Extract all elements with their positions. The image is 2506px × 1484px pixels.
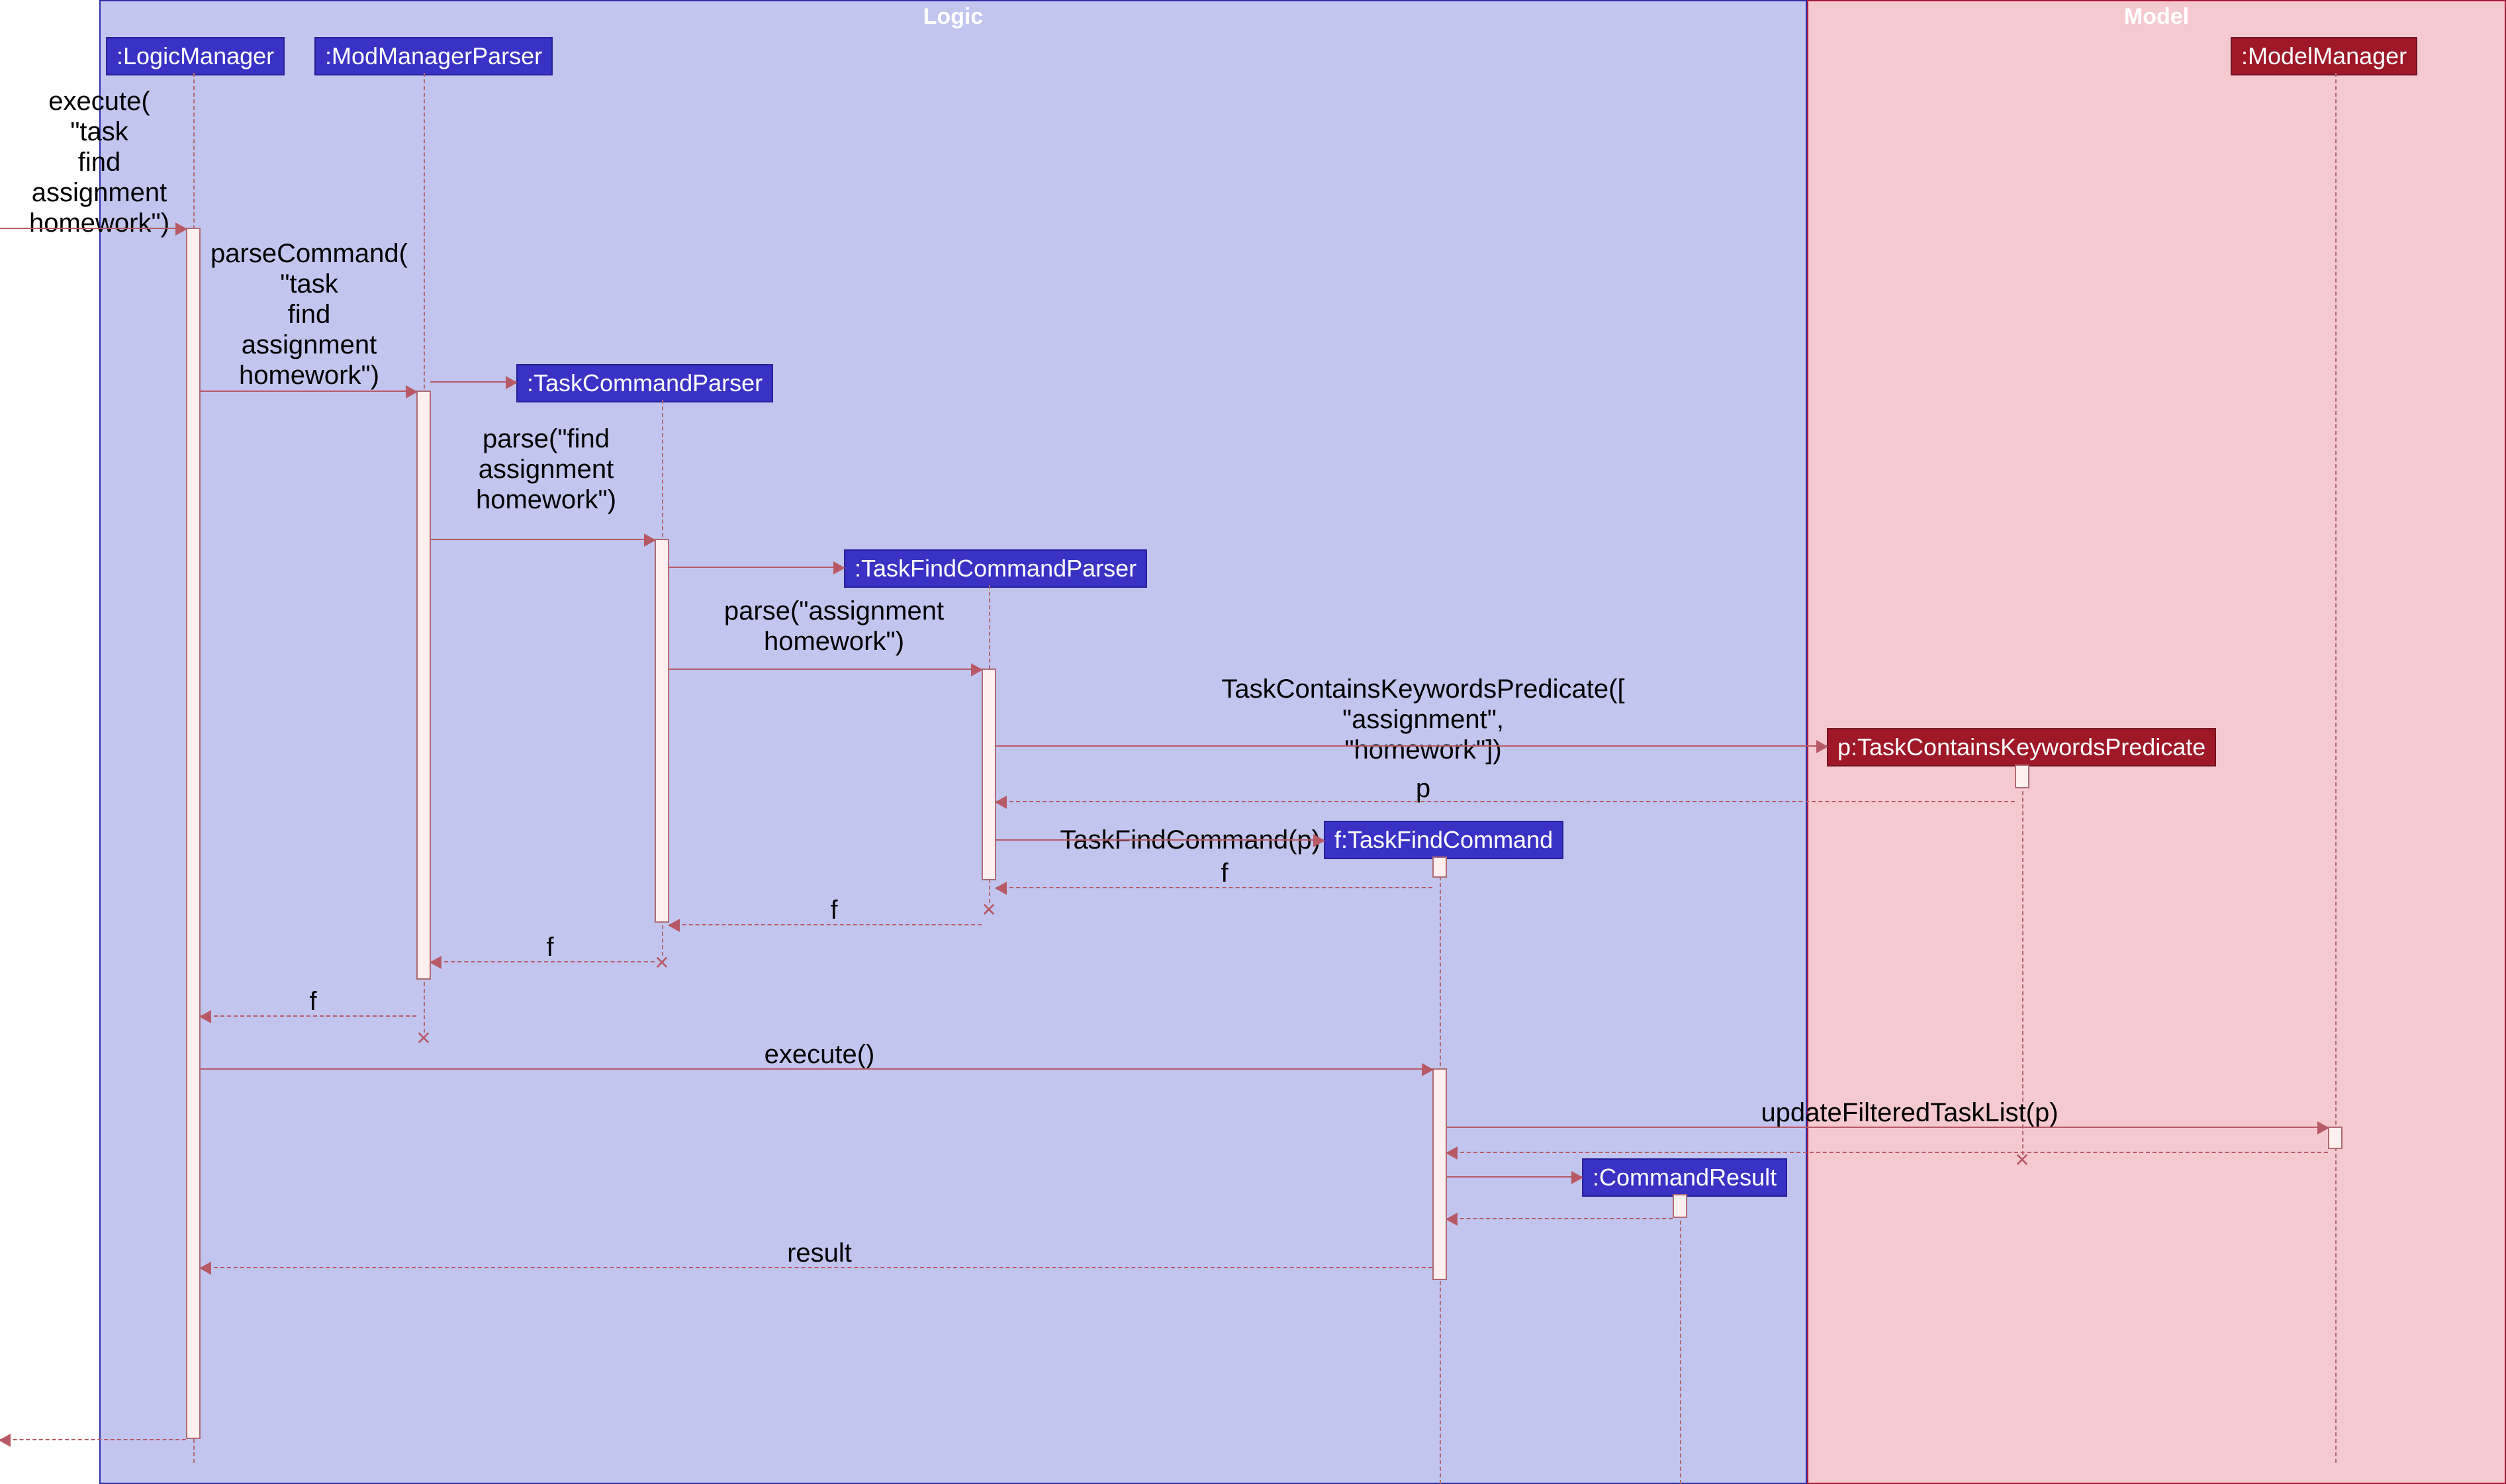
activation-task-find-command-1 <box>1432 857 1447 878</box>
lifeline-task-find-command-parser: :TaskFindCommandParser <box>844 549 1147 588</box>
arrow-parse2 <box>669 669 982 670</box>
arrow-execute-in <box>0 228 186 229</box>
msg-execute2: execute() <box>214 1039 1425 1070</box>
lifeline-line-predicate <box>2022 765 2023 1155</box>
arrow-update-return <box>1447 1152 2328 1153</box>
arrow-create-tfcp <box>669 567 844 568</box>
arrow-parse-command <box>200 391 416 392</box>
msg-f2: f <box>688 895 980 925</box>
lifeline-line-model-manager <box>2335 73 2337 1463</box>
msg-predicate-new: TaskContainsKeywordsPredicate([ "assignm… <box>1033 674 1814 765</box>
arrow-create-tcp <box>430 381 516 383</box>
activation-task-find-command-2 <box>1432 1068 1447 1280</box>
msg-f4: f <box>214 986 412 1017</box>
arrow-update <box>1447 1127 2328 1128</box>
lifeline-predicate: p:TaskContainsKeywordsPredicate <box>1827 728 2216 766</box>
lifeline-logic-manager: :LogicManager <box>106 37 285 75</box>
activation-task-find-command-parser <box>982 669 996 880</box>
arrow-execute2 <box>201 1068 1432 1070</box>
msg-p: p <box>1033 773 1814 804</box>
arrow-f4 <box>201 1015 416 1017</box>
destroy-mod-manager-parser: ✕ <box>416 1027 431 1049</box>
msg-execute: execute( "task find assignment homework"… <box>0 86 199 238</box>
arrow-predicate-new <box>996 745 1827 747</box>
arrow-p-return <box>996 801 2015 802</box>
arrow-final-return <box>0 1439 186 1440</box>
msg-f3: f <box>444 932 656 962</box>
destroy-predicate: ✕ <box>2014 1149 2029 1171</box>
msg-f1: f <box>1019 858 1430 888</box>
msg-update: updateFilteredTaskList(p) <box>1496 1097 2323 1128</box>
partition-model-header: Model <box>1808 1 2505 32</box>
msg-parse2: parse("assignment homework") <box>682 596 986 657</box>
msg-result: result <box>214 1238 1425 1268</box>
arrow-f3 <box>431 961 655 962</box>
msg-parse-command: parseCommand( "task find assignment home… <box>200 238 418 391</box>
partition-logic-header: Logic <box>101 1 1806 32</box>
arrow-f1 <box>996 887 1432 888</box>
arrow-cr-return <box>1447 1218 1673 1219</box>
arrow-cmd-new <box>996 839 1324 841</box>
lifeline-model-manager: :ModelManager <box>2231 37 2417 75</box>
activation-task-command-parser <box>655 539 669 923</box>
lifeline-task-command-parser: :TaskCommandParser <box>516 364 773 402</box>
destroy-task-find-command-parser: ✕ <box>981 899 996 921</box>
msg-parse1: parse("find assignment homework") <box>437 424 655 515</box>
activation-predicate <box>2015 765 2029 788</box>
activation-mod-manager-parser <box>416 391 431 980</box>
activation-logic-manager <box>186 228 201 1439</box>
activation-command-result <box>1673 1194 1687 1218</box>
arrow-cr-new <box>1447 1176 1582 1178</box>
lifeline-command-result: :CommandResult <box>1582 1158 1787 1197</box>
lifeline-line-command-result <box>1680 1194 1681 1484</box>
arrow-f2 <box>669 924 982 925</box>
arrow-result <box>201 1267 1432 1268</box>
arrow-parse1 <box>431 539 655 540</box>
activation-model-manager <box>2328 1127 2343 1149</box>
destroy-task-command-parser: ✕ <box>654 952 669 974</box>
lifeline-task-find-command: f:TaskFindCommand <box>1324 821 1563 859</box>
lifeline-mod-manager-parser: :ModManagerParser <box>314 37 553 75</box>
